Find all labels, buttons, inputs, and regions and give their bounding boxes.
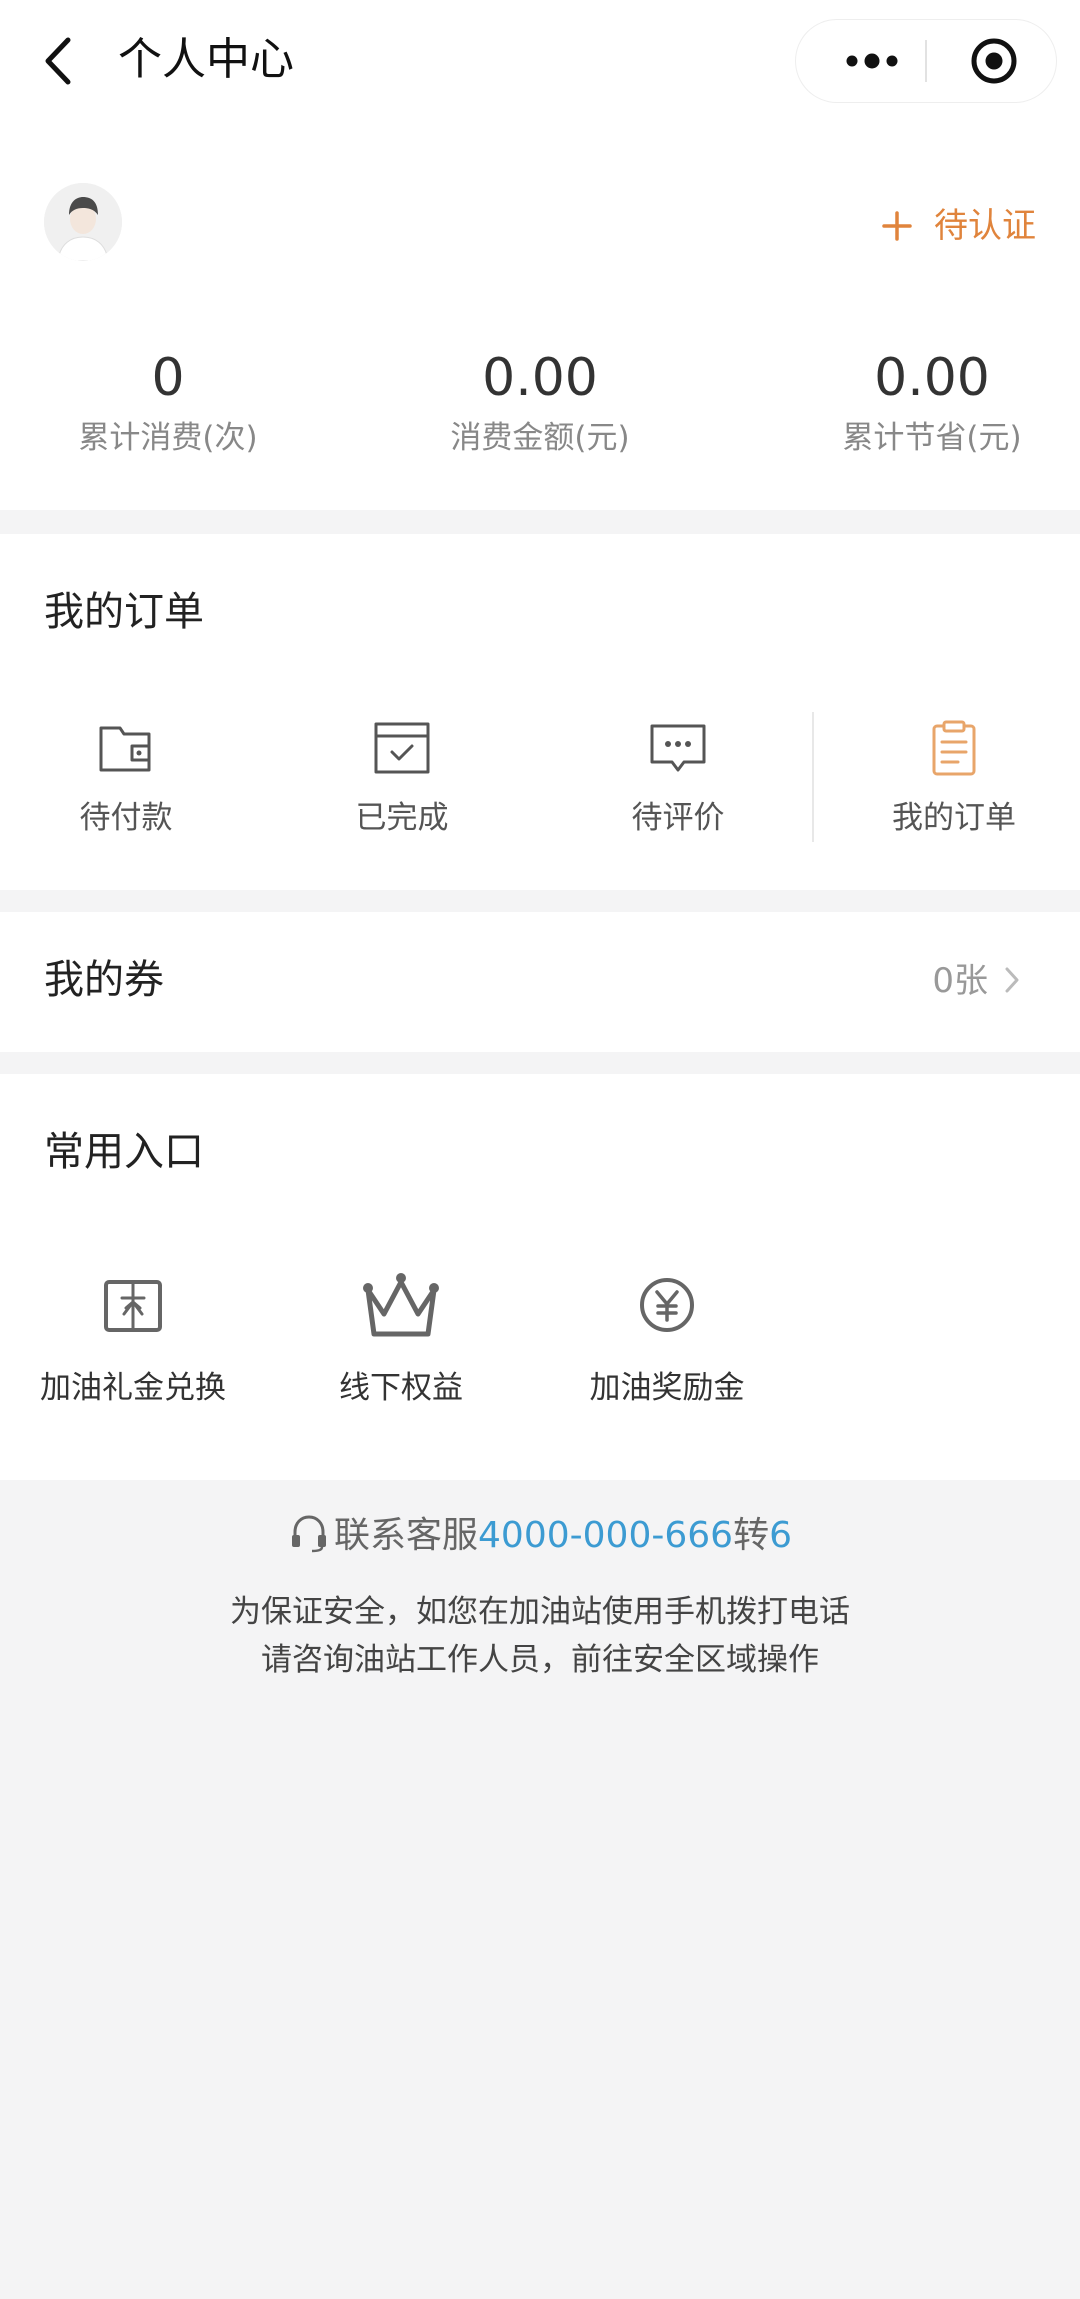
avatar-placeholder-icon [44,183,122,261]
capsule-divider [925,40,927,82]
top-bar: 个人中心 [0,0,1080,125]
orders-title: 我的订单 [44,589,204,635]
clipboard-icon [932,720,976,776]
stat-total-saved: 0.00 累计节省(元) [752,343,1080,463]
stat-consume-count: 0 累计消费(次) [0,343,348,463]
shortcut-label: 线下权益 [339,1370,463,1406]
stat-label: 消费金额(元) [450,420,630,456]
more-button[interactable] [824,20,920,102]
stat-value: 0.00 [874,348,990,408]
coupons-count: 0张 [932,961,988,1001]
coupons-title: 我的券 [44,957,164,1003]
shortcut-label: 加油奖励金 [589,1370,745,1406]
profile-card: 待认证 0 累计消费(次) 0.00 消费金额(元) 0.00 累计节省(元) [0,125,1080,510]
stat-label: 累计消费(次) [78,420,258,456]
service-prefix: 联系客服 [334,1515,479,1556]
chevron-right-icon [1005,967,1019,993]
order-label: 待评价 [631,800,725,836]
shortcuts-card: 常用入口 加油礼金兑换 线下权益 加油奖励金 [0,1074,1080,1480]
wallet-icon [99,726,151,772]
order-pending-payment[interactable]: 待付款 [6,720,246,840]
order-all[interactable]: 我的订单 [834,720,1074,840]
verify-label: 待认证 [934,206,1036,246]
customer-service-line[interactable]: 联系客服4000-000-666转6 [0,1508,1080,1564]
comment-icon [650,724,706,772]
order-label: 待付款 [79,800,173,836]
page-title: 个人中心 [118,34,294,85]
safety-notice: 为保证安全，如您在加油站使用手机拨打电话 请咨询油站工作人员，前往安全区域操作 [0,1588,1080,1684]
shortcuts-title: 常用入口 [44,1129,204,1175]
order-pending-review[interactable]: 待评价 [558,720,798,840]
yen-coin-icon [640,1278,694,1332]
shortcut-offline-benefits[interactable]: 线下权益 [268,1260,534,1410]
headset-icon [292,1515,327,1553]
order-label: 我的订单 [892,800,1016,836]
order-completed[interactable]: 已完成 [282,720,522,840]
back-button[interactable] [38,34,82,88]
coupons-row[interactable]: 我的券 0张 [0,912,1080,1052]
stat-consume-amount: 0.00 消费金额(元) [360,343,720,463]
mini-program-capsule [796,20,1056,102]
crown-icon [363,1273,439,1337]
more-dots-icon [846,53,898,69]
close-mini-program-button[interactable] [946,20,1042,102]
shortcut-gift-exchange[interactable]: 加油礼金兑换 [0,1260,266,1410]
order-divider [812,712,814,842]
service-extension: 6 [769,1515,792,1556]
plus-icon [882,211,912,241]
service-phone-link[interactable]: 4000-000-666 [478,1515,733,1556]
stat-value: 0.00 [482,348,598,408]
chevron-left-icon [45,37,71,85]
shortcut-fuel-reward[interactable]: 加油奖励金 [534,1260,800,1410]
stat-value: 0 [151,348,185,408]
service-mid: 转 [733,1515,770,1556]
stats-row: 0 累计消费(次) 0.00 消费金额(元) 0.00 累计节省(元) [0,343,1080,493]
avatar[interactable] [44,183,122,261]
shortcut-label: 加油礼金兑换 [40,1370,226,1406]
stat-label: 累计节省(元) [842,420,1022,456]
gift-card-icon [104,1280,162,1332]
orders-card: 我的订单 待付款 已完成 待评价 我的订单 [0,534,1080,890]
notice-line-1: 为保证安全，如您在加油站使用手机拨打电话 [230,1594,850,1630]
order-label: 已完成 [355,800,449,836]
target-icon [971,38,1017,84]
verify-button[interactable]: 待认证 [880,201,1036,251]
completed-box-icon [374,722,430,774]
user-center-page: 个人中心 待认证 0 累计消费(次) 0.00 消费金额(元) 0.00 累计节… [0,0,1080,2299]
notice-line-2: 请咨询油站工作人员，前往安全区域操作 [261,1642,819,1678]
